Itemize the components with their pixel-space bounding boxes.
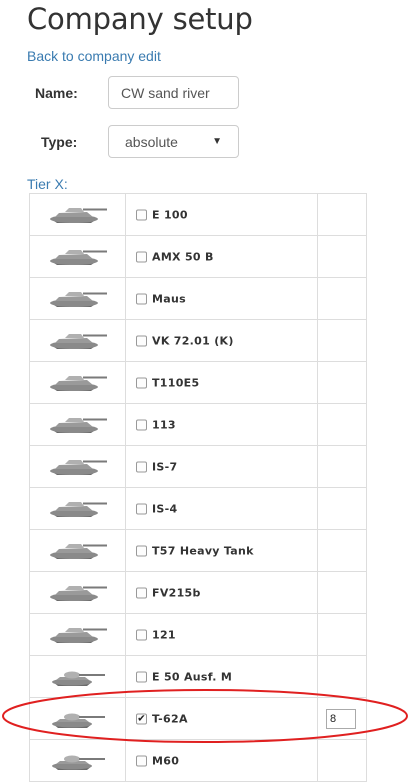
table-row: T57 Heavy Tank bbox=[30, 530, 366, 572]
tank-name-cell: E 50 Ausf. M bbox=[126, 656, 318, 697]
table-row: FV215b bbox=[30, 572, 366, 614]
heavy-tank-icon bbox=[30, 278, 126, 319]
tank-checkbox[interactable] bbox=[136, 545, 147, 556]
type-select[interactable]: absolute ▼ bbox=[108, 125, 239, 158]
heavy-tank-icon bbox=[30, 446, 126, 487]
tank-extra-cell bbox=[318, 572, 366, 613]
heavy-tank-icon bbox=[30, 572, 126, 613]
tank-name: T-62A bbox=[152, 712, 188, 725]
tank-extra-cell bbox=[318, 362, 366, 403]
tank-name: T110E5 bbox=[152, 376, 200, 389]
heavy-tank-icon bbox=[30, 404, 126, 445]
tank-checkbox[interactable] bbox=[136, 503, 147, 514]
tank-name-cell: VK 72.01 (K) bbox=[126, 320, 318, 361]
tank-name: 121 bbox=[152, 628, 176, 641]
table-row: IS-7 bbox=[30, 446, 366, 488]
tank-checkbox[interactable] bbox=[136, 461, 147, 472]
heavy-tank-icon bbox=[30, 362, 126, 403]
medium-tank-icon bbox=[30, 698, 126, 739]
tank-checkbox[interactable] bbox=[136, 419, 147, 430]
tank-checkbox[interactable] bbox=[136, 671, 147, 682]
heavy-tank-icon bbox=[30, 488, 126, 529]
tank-checkbox[interactable] bbox=[136, 587, 147, 598]
tier-label: Tier X: bbox=[27, 176, 68, 192]
tank-name-cell: E 100 bbox=[126, 194, 318, 235]
tank-extra-cell bbox=[318, 446, 366, 487]
table-row: 121 bbox=[30, 614, 366, 656]
tank-name: Maus bbox=[152, 292, 186, 305]
table-row: ✔ T-62A 8 bbox=[30, 698, 366, 740]
type-label: Type: bbox=[41, 134, 78, 150]
heavy-tank-icon bbox=[30, 614, 126, 655]
tank-name-cell: FV215b bbox=[126, 572, 318, 613]
tank-table: E 100 AMX 50 B Maus VK 72.01 (K) T110E5 … bbox=[29, 193, 367, 782]
page-title: Company setup bbox=[27, 2, 253, 36]
tank-name: M60 bbox=[152, 754, 180, 767]
tank-name-cell: AMX 50 B bbox=[126, 236, 318, 277]
tank-name: FV215b bbox=[152, 586, 201, 599]
type-select-value: absolute bbox=[125, 133, 178, 150]
tank-name: IS-7 bbox=[152, 460, 178, 473]
table-row: M60 bbox=[30, 740, 366, 782]
table-row: T110E5 bbox=[30, 362, 366, 404]
tank-checkbox[interactable] bbox=[136, 293, 147, 304]
tank-extra-cell bbox=[318, 614, 366, 655]
tank-count-input[interactable]: 8 bbox=[326, 708, 356, 729]
tank-extra-cell: 8 bbox=[318, 698, 366, 739]
chevron-down-icon: ▼ bbox=[212, 136, 222, 147]
heavy-tank-icon bbox=[30, 236, 126, 277]
tank-name-cell: 113 bbox=[126, 404, 318, 445]
tank-name: T57 Heavy Tank bbox=[152, 544, 254, 557]
tank-extra-cell bbox=[318, 278, 366, 319]
tank-checkbox[interactable] bbox=[136, 251, 147, 262]
tank-name-cell: 121 bbox=[126, 614, 318, 655]
back-to-company-edit-link[interactable]: Back to company edit bbox=[27, 48, 161, 64]
tank-checkbox[interactable] bbox=[136, 629, 147, 640]
medium-tank-icon bbox=[30, 656, 126, 697]
tank-extra-cell bbox=[318, 320, 366, 361]
tank-name: IS-4 bbox=[152, 502, 178, 515]
tank-extra-cell bbox=[318, 656, 366, 697]
tank-extra-cell bbox=[318, 740, 366, 781]
tank-extra-cell bbox=[318, 404, 366, 445]
medium-tank-icon bbox=[30, 740, 126, 781]
name-input[interactable]: CW sand river bbox=[108, 76, 239, 109]
tank-name: E 50 Ausf. M bbox=[152, 670, 233, 683]
table-row: Maus bbox=[30, 278, 366, 320]
name-label: Name: bbox=[35, 85, 78, 101]
table-row: IS-4 bbox=[30, 488, 366, 530]
tank-extra-cell bbox=[318, 530, 366, 571]
tank-checkbox[interactable] bbox=[136, 335, 147, 346]
table-row: VK 72.01 (K) bbox=[30, 320, 366, 362]
table-row: E 50 Ausf. M bbox=[30, 656, 366, 698]
tank-checkbox[interactable] bbox=[136, 755, 147, 766]
table-row: 113 bbox=[30, 404, 366, 446]
table-row: AMX 50 B bbox=[30, 236, 366, 278]
tank-name-cell: Maus bbox=[126, 278, 318, 319]
heavy-tank-icon bbox=[30, 194, 126, 235]
table-row: E 100 bbox=[30, 193, 366, 236]
heavy-tank-icon bbox=[30, 320, 126, 361]
tank-checkbox[interactable] bbox=[136, 377, 147, 388]
tank-name-cell: M60 bbox=[126, 740, 318, 781]
tank-extra-cell bbox=[318, 236, 366, 277]
tank-extra-cell bbox=[318, 194, 366, 235]
tank-name-cell: T110E5 bbox=[126, 362, 318, 403]
tank-name-cell: IS-7 bbox=[126, 446, 318, 487]
tank-name: AMX 50 B bbox=[152, 250, 214, 263]
tank-name-cell: ✔ T-62A bbox=[126, 698, 318, 739]
tank-name: E 100 bbox=[152, 208, 188, 221]
heavy-tank-icon bbox=[30, 530, 126, 571]
tank-name-cell: T57 Heavy Tank bbox=[126, 530, 318, 571]
tank-name-cell: IS-4 bbox=[126, 488, 318, 529]
tank-name: VK 72.01 (K) bbox=[152, 334, 234, 347]
tank-name: 113 bbox=[152, 418, 176, 431]
tank-checkbox[interactable] bbox=[136, 209, 147, 220]
tank-checkbox[interactable]: ✔ bbox=[136, 713, 147, 724]
tank-extra-cell bbox=[318, 488, 366, 529]
